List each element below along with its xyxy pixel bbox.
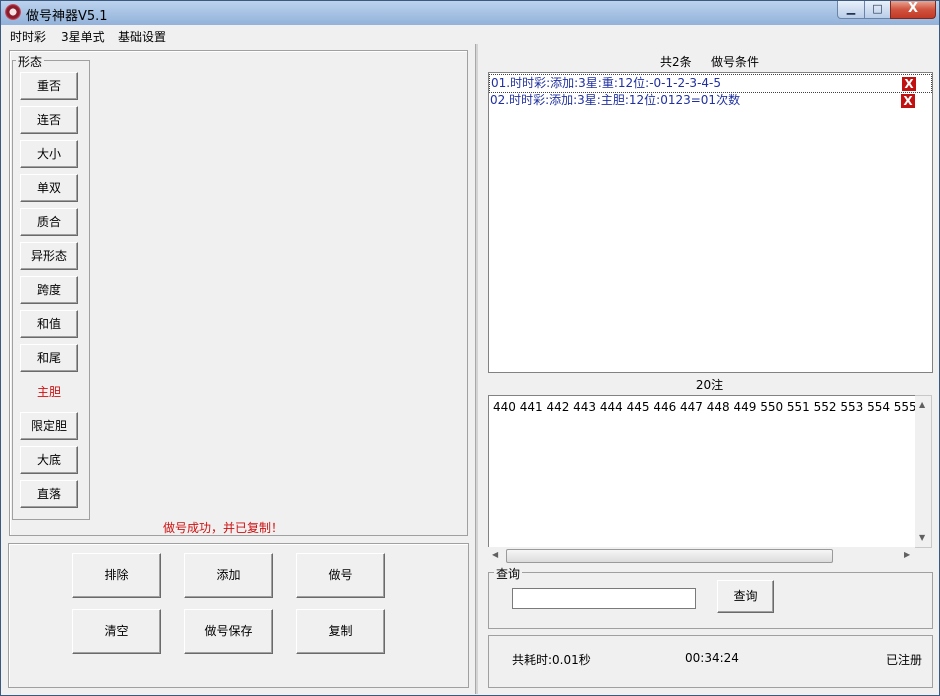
- shape-group-legend: 形态: [16, 53, 45, 70]
- query-button[interactable]: 查询: [717, 580, 774, 613]
- app-logo-icon: [5, 4, 21, 20]
- menu-bar: 时时彩 3星单式 基础设置: [1, 25, 939, 45]
- add-button[interactable]: 添加: [184, 553, 273, 598]
- shape-button-special-pattern[interactable]: 异形态: [20, 242, 78, 270]
- condition-item[interactable]: 02.时时彩:添加:3星:主胆:12位:0123=01次数 X: [489, 92, 930, 109]
- shape-button-direct[interactable]: 直落: [20, 480, 78, 508]
- shape-button-sum[interactable]: 和值: [20, 310, 78, 338]
- shape-button-sum-tail[interactable]: 和尾: [20, 344, 78, 372]
- scroll-up-icon[interactable]: ▲: [919, 400, 925, 409]
- result-textarea[interactable]: 440 441 442 443 444 445 446 447 448 449 …: [488, 395, 917, 548]
- menu-item-basic-settings[interactable]: 基础设置: [118, 28, 166, 45]
- horizontal-scroll-thumb[interactable]: [506, 549, 833, 563]
- query-input[interactable]: [512, 588, 696, 609]
- condition-count: 共2条: [660, 55, 692, 69]
- shape-button-repeat[interactable]: 重否: [20, 72, 78, 100]
- close-button[interactable]: X: [890, 1, 936, 19]
- result-numbers: 440 441 442 443 444 445 446 447 448 449 …: [493, 400, 917, 414]
- result-count: 20注: [695, 378, 724, 392]
- scroll-right-icon[interactable]: ▶: [904, 550, 910, 559]
- panel-splitter[interactable]: [475, 44, 478, 694]
- delete-condition-button[interactable]: X: [901, 94, 915, 108]
- maximize-button[interactable]: □: [864, 1, 891, 19]
- exclude-button[interactable]: 排除: [72, 553, 161, 598]
- scroll-down-icon[interactable]: ▼: [919, 533, 925, 542]
- generate-button[interactable]: 做号: [296, 553, 385, 598]
- status-message: 做号成功，并已复制！: [163, 521, 284, 535]
- window-title: 做号神器V5.1: [26, 9, 108, 24]
- scroll-left-icon[interactable]: ◀: [492, 550, 498, 559]
- shape-button-big-small[interactable]: 大小: [20, 140, 78, 168]
- menu-item-ssc[interactable]: 时时彩: [10, 28, 46, 45]
- condition-header: 做号条件: [711, 55, 760, 69]
- minimize-button[interactable]: ▁: [837, 1, 865, 19]
- shape-button-fixed-bet[interactable]: 限定胆: [20, 412, 78, 440]
- condition-item[interactable]: 01.时时彩:添加:3星:重:12位:-0-1-2-3-4-5 X: [489, 74, 932, 93]
- elapsed-time: 共耗时:0.01秒: [512, 653, 591, 667]
- delete-condition-button[interactable]: X: [902, 77, 916, 91]
- shape-button-prime-composite[interactable]: 质合: [20, 208, 78, 236]
- copy-button[interactable]: 复制: [296, 609, 385, 654]
- shape-button-odd-even[interactable]: 单双: [20, 174, 78, 202]
- shape-button-span[interactable]: 跨度: [20, 276, 78, 304]
- shape-button-consecutive[interactable]: 连否: [20, 106, 78, 134]
- query-legend: 查询: [494, 565, 523, 582]
- menu-item-3star-single[interactable]: 3星单式: [61, 28, 105, 45]
- condition-item-text: 01.时时彩:添加:3星:重:12位:-0-1-2-3-4-5: [491, 76, 721, 90]
- condition-item-text: 02.时时彩:添加:3星:主胆:12位:0123=01次数: [490, 93, 741, 107]
- shape-button-main-bet[interactable]: 主胆: [20, 378, 78, 406]
- clear-button[interactable]: 清空: [72, 609, 161, 654]
- result-vertical-scrollbar[interactable]: ▲ ▼: [915, 395, 932, 548]
- registration-status: 已注册: [886, 653, 923, 667]
- clock: 00:34:24: [685, 651, 739, 665]
- shape-button-base[interactable]: 大底: [20, 446, 78, 474]
- generate-save-button[interactable]: 做号保存: [184, 609, 273, 654]
- title-bar[interactable]: 做号神器V5.1 ▁ □ X: [1, 1, 939, 25]
- condition-list[interactable]: 01.时时彩:添加:3星:重:12位:-0-1-2-3-4-5 X 02.时时彩…: [488, 72, 933, 373]
